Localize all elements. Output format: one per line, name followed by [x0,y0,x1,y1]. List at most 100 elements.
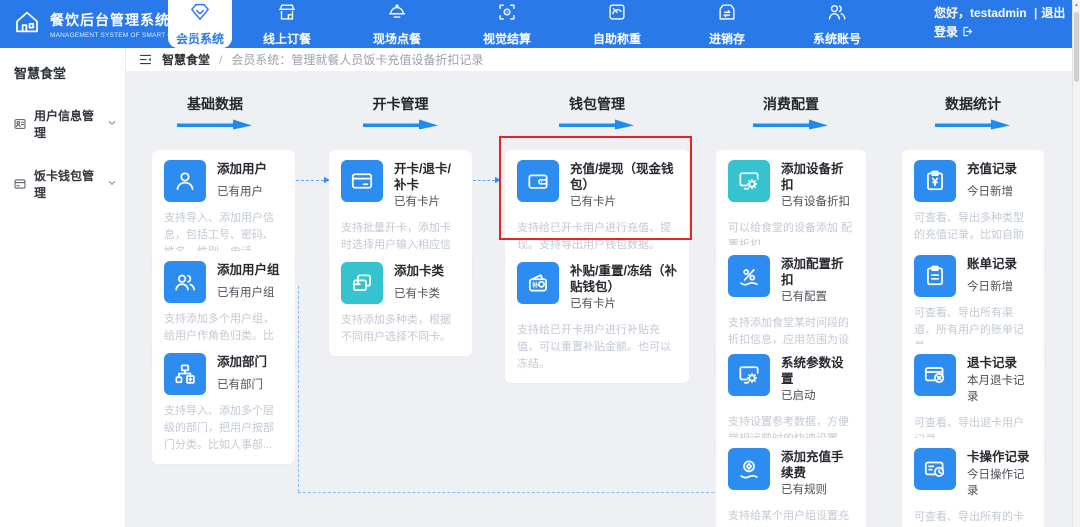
user-greeting: 您好，testadmin [934,5,1027,20]
card-status: 已有卡片 [570,196,616,209]
connector-cards-to-wallet [473,177,501,183]
inventory-icon [716,1,738,26]
card-status: 已有用户 [217,186,263,198]
canteen-logo-icon [12,7,42,42]
card-add-department[interactable]: 添加部门 已有部门 支持导入、添加多个层级的部门，把用户按部门分类。比如人事部.… [152,343,295,465]
accounts-icon [826,1,848,26]
card-title: 账单记录 [967,257,1018,271]
connector-usergroup-to-fee-horizontal [298,492,714,493]
header-arrow-icon [753,119,828,130]
nav-item-label: 线上订餐 [262,32,311,46]
column-header-data-statistics: 数据统计 [902,94,1044,130]
sidebar-title: 智慧食堂 [14,66,67,81]
card-subsidy-reset-freeze[interactable]: 补 补贴/重置/冻结（补贴钱包） 已有卡片 支持给已开卡用户进行补贴充值，可以重… [505,252,689,384]
card-title: 添加用户组 [217,263,280,277]
sidebar-collapse-icon[interactable] [138,52,153,67]
card-status: 已有配置 [781,291,827,304]
scale-icon [606,1,628,26]
card-recharge-withdraw[interactable]: 充值/提现（现金钱包） 已有卡片 支持给已开卡用户进行充值、提现。支持导出用户钱… [505,150,689,265]
header-arrow-icon [177,119,252,130]
card-title: 添加配置折扣 [781,257,844,287]
nav-item-self-weighing[interactable]: 自助称重 [562,0,672,48]
header-arrow-icon [935,119,1010,130]
nav-menu: 会员系统 线上订餐 现场点餐 视觉结算 自助称重 进销存 系统账号 [168,0,892,48]
sidebar-item-label: 饭卡钱包管理 [34,169,95,200]
card-status: 已有卡片 [570,298,616,311]
vertical-scrollbar[interactable]: ▲ [1072,0,1080,527]
device-gear-icon [728,160,770,202]
monitor-gear-icon [728,354,770,396]
sidebar-item-label: 用户信息管理 [34,109,95,140]
card-description: 支持添加多种类，根据不同用户选择不同卡。 [341,314,451,344]
card-title: 补贴/重置/冻结（补贴钱包） [570,264,677,294]
connector-users-to-cards [296,177,330,183]
nav-item-inventory[interactable]: 进销存 [672,0,782,48]
card-add-recharge-fee[interactable]: 添加充值手续费 已有规则 支持给某个用户组设置充值手续费，充值途径包含微信充值及… [716,438,866,527]
card-description: 支持给已开卡用户进行补贴充值，可以重置补贴金额。也可以冻结。 [517,324,671,371]
percent-hand-icon [728,255,770,297]
nav-item-online-ordering[interactable]: 线上订餐 [232,0,342,48]
card-title: 添加设备折扣 [781,162,844,192]
nav-item-label: 视觉结算 [482,32,531,46]
card-status: 已有部门 [217,379,263,391]
breadcrumb-separator: / [219,52,223,67]
subsidy-wallet-icon: 补 [517,262,559,304]
card-card-operation-records[interactable]: 卡操作记录 今日操作记录 可查看、导出所有的卡操作记录，包括认证、冻结、挂失、作… [902,438,1044,527]
gem-icon [189,1,211,26]
nav-item-onsite-ordering[interactable]: 现场点餐 [342,0,452,48]
breadcrumb-root[interactable]: 智慧食堂 [162,51,210,68]
card-status: 今日新增 [967,186,1013,198]
scrollbar-up-arrow[interactable]: ▲ [1073,2,1080,8]
card-title: 退卡记录 [967,356,1018,370]
card-types-icon [341,262,383,304]
header-arrow-icon [362,119,438,130]
card-cancel-icon [914,354,956,396]
sidebar-item-meal-card-wallet[interactable]: 饭卡钱包管理 [0,154,125,214]
card-history-icon [914,448,956,490]
card-status: 本月退卡记录 [967,374,1025,403]
card-description: 支持导入、添加多个层级的部门，把用户按部门分类。比如人事部... [164,405,274,452]
app-subtitle: MANAGEMENT SYSTEM OF SMART CANTEEN [50,31,200,39]
svg-text:补: 补 [531,280,539,289]
column-header-basic-data: 基础数据 [140,94,290,130]
logout-icon[interactable] [961,26,974,41]
nav-item-system-accounts[interactable]: 系统账号 [782,0,892,48]
header-arrow-icon [559,119,634,130]
storefront-icon [276,1,298,26]
card-title: 充值/提现（现金钱包） [570,162,674,192]
sidebar-item-user-info[interactable]: 用户信息管理 [0,94,125,154]
card-status: 已有卡片 [394,196,440,209]
clipboard-lines-icon [914,255,956,297]
card-status: 今日操作记录 [967,468,1025,497]
wallet-icon [517,160,559,202]
user-divider: | [1034,5,1038,20]
user-area: 您好，testadmin | 退出登录 [934,0,1066,48]
card-status: 已有用户组 [217,287,275,299]
nav-item-visual-checkout[interactable]: 视觉结算 [452,0,562,48]
user-group-icon [164,261,206,303]
app-root: 餐饮后台管理系统 MANAGEMENT SYSTEM OF SMART CANT… [0,0,1080,527]
column-header-card-management: 开卡管理 [329,94,472,130]
top-navbar: 餐饮后台管理系统 MANAGEMENT SYSTEM OF SMART CANT… [0,0,1072,48]
scan-icon [496,1,518,26]
clipboard-yen-icon [914,160,956,202]
card-title: 添加卡类 [394,264,445,278]
card-add-card-type[interactable]: 添加卡类 已有卡类 支持添加多种类，根据不同用户选择不同卡。 [329,252,472,357]
scrollbar-thumb[interactable] [1074,12,1079,82]
nav-item-label: 系统账号 [812,32,861,46]
card-status: 已启动 [781,390,816,403]
column-header-wallet-management: 钱包管理 [505,94,689,130]
card-title: 开卡/退卡/补卡 [394,162,451,192]
card-description: 支持给某个用户组设置充值手续费，充值途径包含微信充值及现... [728,510,849,523]
column-header-consumption-config: 消费配置 [716,94,866,130]
meal-card-icon [13,177,27,191]
user-badge-icon [13,117,27,131]
card-status: 已有规则 [781,484,827,497]
user-icon [164,160,206,202]
nav-item-member-system[interactable]: 会员系统 [168,0,232,48]
sidebar: 智慧食堂 用户信息管理 饭卡钱包管理 [0,48,126,527]
nav-item-label: 现场点餐 [372,32,421,46]
card-status: 已有卡类 [394,288,440,300]
connector-usergroup-to-fee-vertical [298,286,299,492]
nav-item-label: 自助称重 [592,32,641,46]
